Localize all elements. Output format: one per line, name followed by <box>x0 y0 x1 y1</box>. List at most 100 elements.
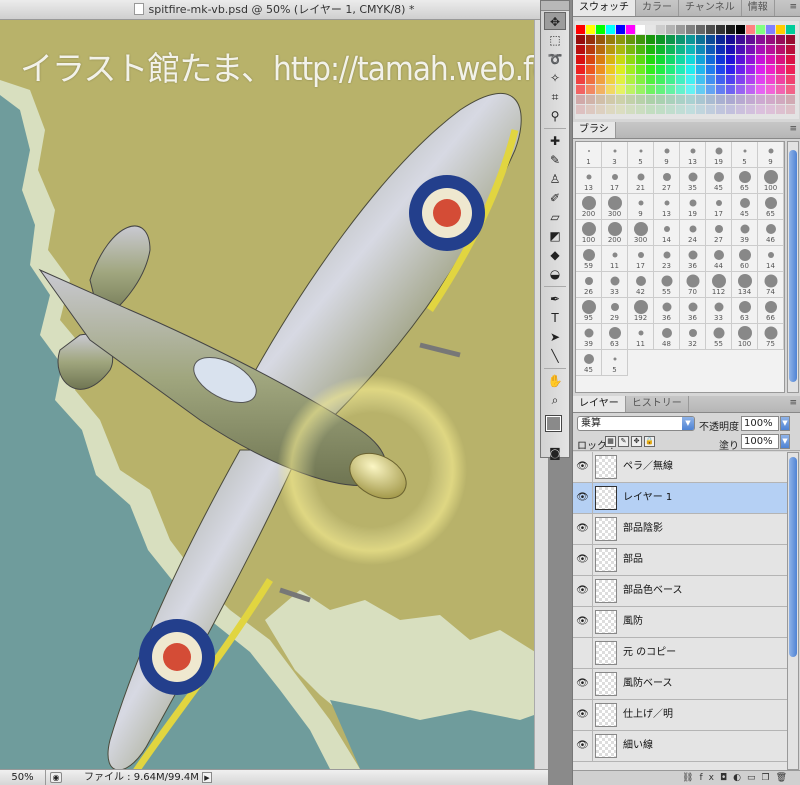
swatch-cell[interactable] <box>636 65 645 74</box>
swatch-cell[interactable] <box>696 65 705 74</box>
eye-icon[interactable]: 👁 <box>573 731 593 761</box>
brush-preset[interactable]: 65 <box>758 194 784 220</box>
brush-preset[interactable]: 9 <box>654 142 680 168</box>
swatch-cell[interactable] <box>786 55 795 64</box>
swatch-cell[interactable] <box>666 105 675 114</box>
swatch-cell[interactable] <box>766 55 775 64</box>
swatch-cell[interactable] <box>606 85 615 94</box>
swatch-cell[interactable] <box>786 35 795 44</box>
swatch-cell[interactable] <box>606 95 615 104</box>
swatch-cell[interactable] <box>586 55 595 64</box>
color-swatches[interactable] <box>541 413 569 443</box>
swatch-cell[interactable] <box>676 55 685 64</box>
swatch-cell[interactable] <box>686 75 695 84</box>
eye-icon[interactable]: 👁 <box>573 607 593 637</box>
swatch-cell[interactable] <box>576 65 585 74</box>
brush-preset[interactable]: 13 <box>680 142 706 168</box>
swatch-cell[interactable] <box>776 85 785 94</box>
swatch-cell[interactable] <box>596 75 605 84</box>
swatch-cell[interactable] <box>716 25 725 34</box>
swatch-cell[interactable] <box>636 85 645 94</box>
brush-preset[interactable]: 11 <box>602 246 628 272</box>
magic-wand-icon[interactable]: ✧ <box>544 69 566 87</box>
brush-preset[interactable]: 55 <box>706 324 732 350</box>
blend-mode-select[interactable]: 乗算 ▼ <box>577 416 695 431</box>
swatch-cell[interactable] <box>706 25 715 34</box>
brushes-scrollbar[interactable] <box>787 141 799 393</box>
layer-row[interactable]: 👁 部品色ベース <box>573 576 787 607</box>
swatch-cell[interactable] <box>776 35 785 44</box>
swatch-cells[interactable] <box>575 21 799 119</box>
swatch-cell[interactable] <box>676 95 685 104</box>
brush-preset[interactable]: 300 <box>628 220 654 246</box>
eye-icon[interactable]: 👁 <box>573 669 593 699</box>
swatch-cell[interactable] <box>706 95 715 104</box>
swatch-cell[interactable] <box>656 55 665 64</box>
swatch-cell[interactable] <box>776 75 785 84</box>
swatch-cell[interactable] <box>646 65 655 74</box>
swatch-cell[interactable] <box>686 105 695 114</box>
swatch-cell[interactable] <box>606 75 615 84</box>
swatch-cell[interactable] <box>686 55 695 64</box>
swatch-cell[interactable] <box>696 105 705 114</box>
swatch-cell[interactable] <box>626 25 635 34</box>
brush-preset[interactable]: 19 <box>680 194 706 220</box>
new-layer-icon[interactable]: ❐ <box>761 773 775 783</box>
swatch-cell[interactable] <box>626 45 635 54</box>
swatch-cell[interactable] <box>666 45 675 54</box>
swatch-cell[interactable] <box>786 85 795 94</box>
swatch-cell[interactable] <box>726 105 735 114</box>
brush-preset[interactable]: 63 <box>602 324 628 350</box>
brush-preset[interactable]: 5 <box>732 142 758 168</box>
tab-history[interactable]: ヒストリー <box>626 396 689 412</box>
swatch-cell[interactable] <box>786 25 795 34</box>
swatch-cell[interactable] <box>766 25 775 34</box>
swatch-cell[interactable] <box>786 95 795 104</box>
swatch-cell[interactable] <box>666 35 675 44</box>
healing-brush-icon[interactable]: ✚ <box>544 132 566 150</box>
swatch-cell[interactable] <box>606 45 615 54</box>
swatch-cell[interactable] <box>786 105 795 114</box>
swatch-cell[interactable] <box>606 35 615 44</box>
layer-row[interactable]: 👁 部品 <box>573 545 787 576</box>
brush-preset[interactable]: 29 <box>602 298 628 324</box>
swatch-cell[interactable] <box>636 45 645 54</box>
swatch-cell[interactable] <box>746 85 755 94</box>
zoom-icon[interactable]: ⌕ <box>544 391 566 409</box>
swatch-cell[interactable] <box>576 95 585 104</box>
scroll-thumb[interactable] <box>789 150 797 382</box>
swatch-cell[interactable] <box>596 35 605 44</box>
layer-row[interactable]: 👁 レイヤー 1 <box>573 483 787 514</box>
brush-preset[interactable]: 14 <box>758 246 784 272</box>
swatch-cell[interactable] <box>586 105 595 114</box>
brush-preset[interactable]: 36 <box>680 298 706 324</box>
swatch-cell[interactable] <box>606 105 615 114</box>
link-icon[interactable]: ⛓ <box>682 773 699 783</box>
swatch-cell[interactable] <box>666 75 675 84</box>
swatch-cell[interactable] <box>596 85 605 94</box>
swatch-cell[interactable] <box>706 75 715 84</box>
swatch-cell[interactable] <box>756 65 765 74</box>
paint-bucket-icon[interactable]: ◩ <box>544 227 566 245</box>
brush-preset[interactable]: 65 <box>732 168 758 194</box>
swatch-cell[interactable] <box>716 75 725 84</box>
status-menu-arrow-icon[interactable]: ▶ <box>202 772 212 783</box>
tab-info[interactable]: 情報 <box>742 0 775 16</box>
move-icon[interactable]: ✥ <box>544 12 566 30</box>
swatch-cell[interactable] <box>596 45 605 54</box>
tab-swatches[interactable]: スウォッチ <box>573 0 636 16</box>
crop-icon[interactable]: ⌗ <box>544 88 566 106</box>
swatch-cell[interactable] <box>646 75 655 84</box>
swatch-cell[interactable] <box>576 45 585 54</box>
swatch-cell[interactable] <box>646 25 655 34</box>
swatch-cell[interactable] <box>626 85 635 94</box>
brush-preset[interactable]: 45 <box>576 350 602 376</box>
swatch-cell[interactable] <box>716 35 725 44</box>
brush-preset[interactable]: 63 <box>732 298 758 324</box>
brush-preset[interactable]: 17 <box>628 246 654 272</box>
swatch-cell[interactable] <box>646 55 655 64</box>
swatch-cell[interactable] <box>736 25 745 34</box>
brush-preset[interactable]: 23 <box>654 246 680 272</box>
swatch-cell[interactable] <box>616 35 625 44</box>
swatch-cell[interactable] <box>756 45 765 54</box>
